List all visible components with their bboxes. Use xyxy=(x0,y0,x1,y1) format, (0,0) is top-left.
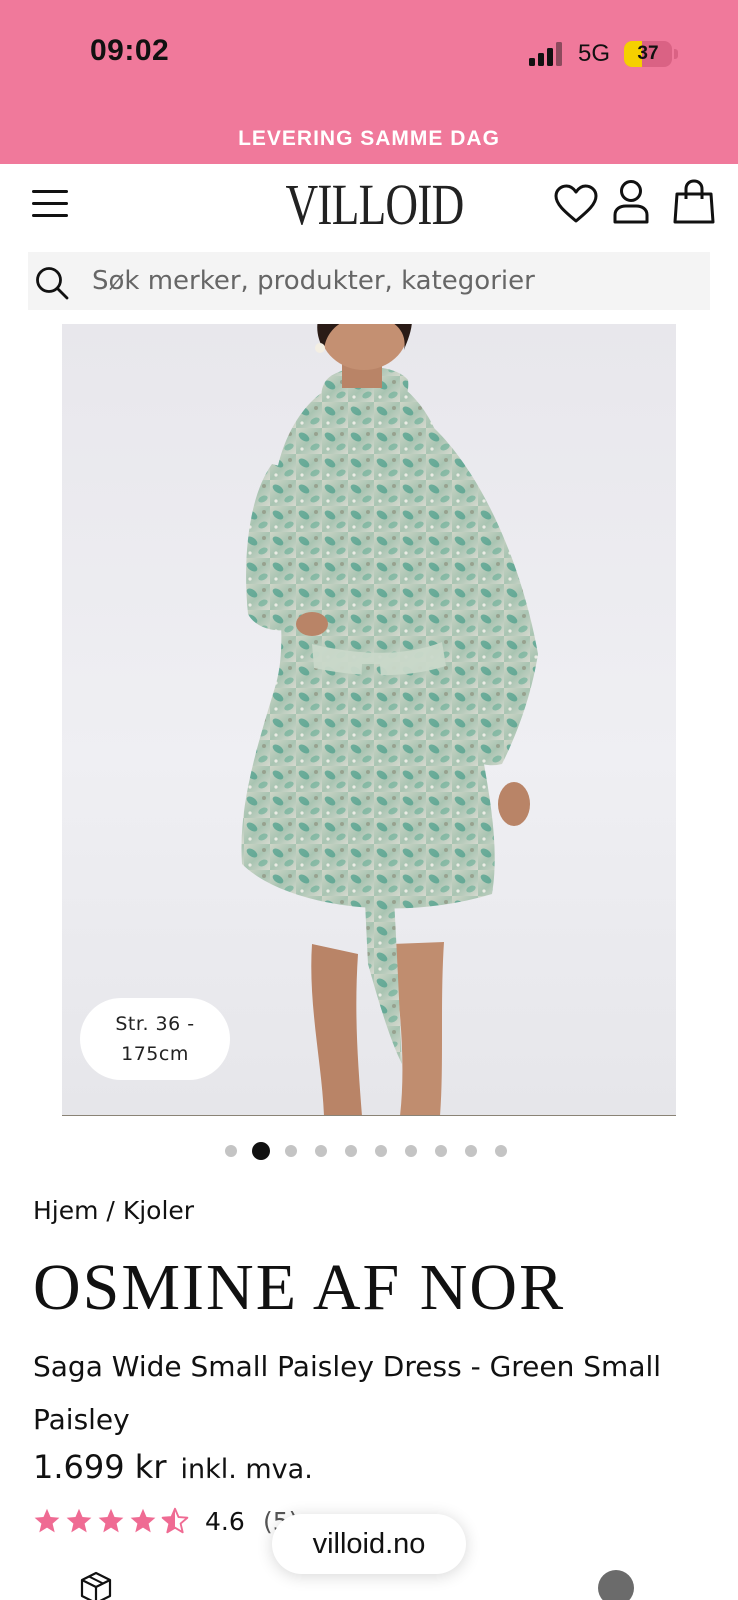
shopping-bag-icon[interactable] xyxy=(673,179,715,225)
breadcrumb: Hjem / Kjoler xyxy=(33,1196,194,1225)
carousel-dot[interactable] xyxy=(315,1145,327,1157)
rating-value: 4.6 xyxy=(205,1507,245,1536)
heart-icon[interactable] xyxy=(554,184,598,224)
carousel-dot[interactable] xyxy=(465,1145,477,1157)
user-icon[interactable] xyxy=(612,179,650,225)
site-logo[interactable]: VILLOID xyxy=(286,174,465,236)
box-icon[interactable] xyxy=(78,1570,114,1600)
site-header: VILLOID xyxy=(0,164,738,244)
menu-icon[interactable] xyxy=(32,188,68,220)
carousel-dot[interactable] xyxy=(345,1145,357,1157)
half-star-icon xyxy=(161,1507,189,1534)
carousel-dot[interactable] xyxy=(225,1145,237,1157)
url-text: villoid.no xyxy=(312,1527,426,1560)
carousel-dot[interactable] xyxy=(252,1142,270,1160)
status-bar: 09:02 5G 37 xyxy=(0,0,738,110)
size-badge: Str. 36 - 175cm xyxy=(80,998,230,1080)
star-icon xyxy=(66,1508,92,1533)
carousel-dots xyxy=(0,1140,738,1162)
search-bar[interactable] xyxy=(28,252,710,310)
product-image-gallery[interactable]: Str. 36 - 175cm xyxy=(62,324,676,1116)
battery-cap xyxy=(674,49,678,59)
breadcrumb-home[interactable]: Hjem xyxy=(33,1196,98,1225)
carousel-dot[interactable] xyxy=(405,1145,417,1157)
search-input[interactable] xyxy=(92,252,692,310)
browser-url-pill[interactable]: villoid.no xyxy=(272,1514,466,1574)
star-icon xyxy=(130,1508,156,1533)
signal-icon xyxy=(529,42,563,66)
price-note: inkl. mva. xyxy=(180,1454,313,1485)
size-badge-text: Str. 36 - 175cm xyxy=(115,1013,195,1065)
carousel-dot[interactable] xyxy=(435,1145,447,1157)
network-label: 5G xyxy=(578,40,611,67)
star-icon xyxy=(34,1508,60,1533)
status-time: 09:02 xyxy=(90,34,170,67)
promo-banner[interactable]: LEVERING SAMME DAG xyxy=(0,110,738,164)
star-icon xyxy=(98,1508,124,1533)
brand-name[interactable]: OSMINE AF NOR xyxy=(33,1248,565,1328)
chat-icon[interactable] xyxy=(598,1570,634,1600)
price: 1.699 kr xyxy=(33,1448,167,1486)
breadcrumb-separator: / xyxy=(98,1196,123,1225)
carousel-dot[interactable] xyxy=(375,1145,387,1157)
battery-icon: 37 xyxy=(624,41,672,67)
product-title: Saga Wide Small Paisley Dress - Green Sm… xyxy=(33,1350,662,1436)
battery-level: 37 xyxy=(637,43,659,64)
carousel-dot[interactable] xyxy=(495,1145,507,1157)
carousel-dot[interactable] xyxy=(285,1145,297,1157)
promo-text: LEVERING SAMME DAG xyxy=(238,127,500,150)
price-row: 1.699 kr inkl. mva. xyxy=(33,1448,313,1488)
search-icon xyxy=(36,267,69,300)
breadcrumb-category[interactable]: Kjoler xyxy=(123,1196,194,1225)
